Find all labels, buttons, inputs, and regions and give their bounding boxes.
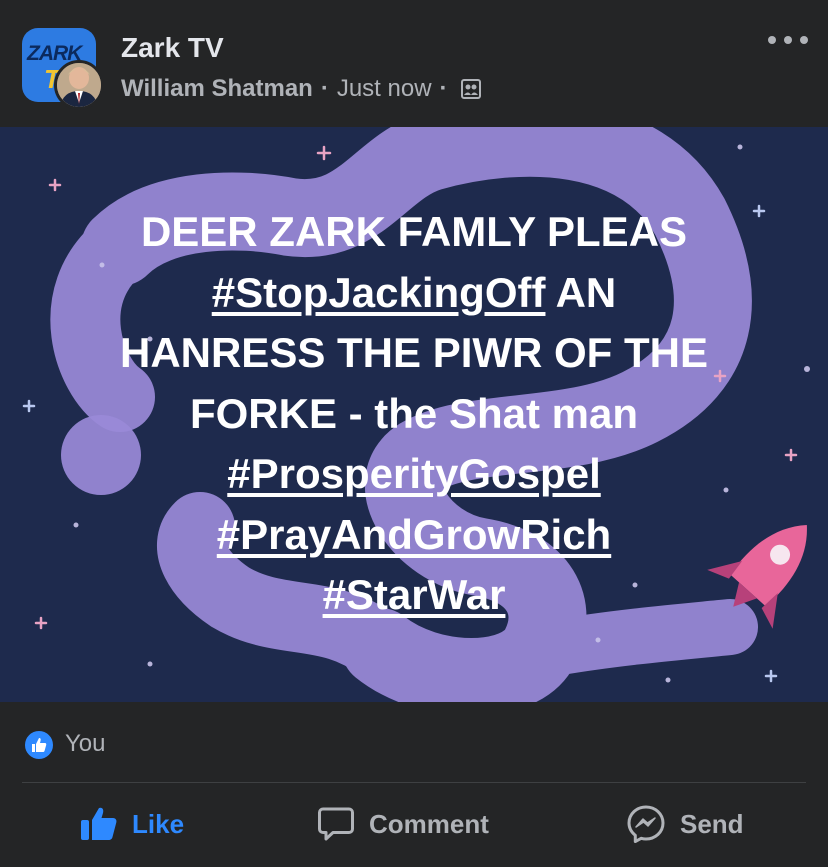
post-text-overlay: DEER ZARK FAMLY PLEAS #StopJackingOff AN…	[0, 202, 828, 626]
send-button[interactable]: Send	[626, 801, 744, 847]
separator: ·	[439, 75, 448, 102]
post-meta: William Shatman · Just now ·	[121, 74, 482, 104]
post-text-line: #StarWar	[0, 565, 828, 626]
page-name-link[interactable]: Zark TV	[121, 32, 224, 64]
send-label: Send	[680, 808, 744, 839]
hashtag-link[interactable]: #StarWar	[323, 571, 506, 618]
separator: ·	[320, 75, 329, 102]
hashtag-link[interactable]: #PrayAndGrowRich	[217, 511, 611, 558]
hashtag-link[interactable]: #StopJackingOff	[212, 269, 546, 316]
author-avatar[interactable]	[54, 60, 104, 110]
post-text-line: #PrayAndGrowRich	[0, 505, 828, 566]
post-header: ZARK T Zark TV William Shatman · Just no…	[0, 0, 828, 127]
post-text: HANRESS THE PIWR OF THE	[119, 329, 709, 376]
author-name-link[interactable]: William Shatman	[121, 75, 313, 103]
comment-button[interactable]: Comment	[317, 801, 489, 847]
post-text: FORKE - the Shat man	[189, 389, 639, 437]
avatar-group[interactable]: ZARK T	[22, 28, 104, 110]
comment-icon	[318, 807, 354, 841]
reactions-summary[interactable]: You	[0, 702, 828, 782]
hashtag-link[interactable]: #ProsperityGospel	[227, 450, 600, 497]
post-text-line: #StopJackingOff AN	[0, 263, 828, 324]
like-label: Like	[132, 808, 185, 839]
reaction-names[interactable]: You	[65, 730, 106, 758]
post-text-line: HANRESS THE PIWR OF THE	[0, 323, 828, 384]
post-timestamp[interactable]: Just now	[337, 75, 432, 103]
post-text-line: FORKE - the Shat man	[0, 384, 828, 445]
post-image[interactable]: DEER ZARK FAMLY PLEAS #StopJackingOff AN…	[0, 127, 828, 702]
like-button[interactable]: Like	[80, 801, 184, 847]
messenger-icon	[627, 805, 665, 843]
more-options-icon[interactable]	[768, 30, 808, 50]
post-text: DEER ZARK FAMLY PLEAS	[140, 208, 688, 255]
post-text-line: DEER ZARK FAMLY PLEAS	[0, 202, 828, 263]
like-reaction-icon	[23, 729, 55, 761]
post-actions-bar: Like Comment Send	[0, 783, 828, 867]
post-text: AN	[545, 268, 617, 316]
person-icon	[57, 63, 101, 107]
group-audience-icon[interactable]	[460, 78, 482, 100]
thumbs-up-icon	[81, 807, 117, 840]
post-text-line: #ProsperityGospel	[0, 444, 828, 505]
comment-label: Comment	[369, 808, 489, 839]
